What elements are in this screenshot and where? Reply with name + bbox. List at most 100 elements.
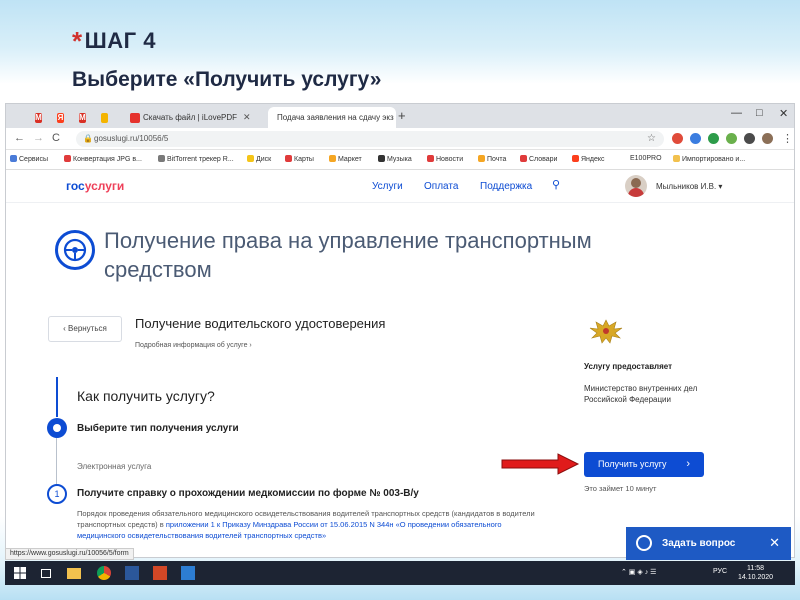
bookmark-item[interactable]: Маркет (329, 155, 362, 163)
provider-label: Услугу предоставляет (584, 362, 673, 371)
asterisk: * (72, 26, 83, 56)
ask-question-widget[interactable]: Задать вопрос ✕ (626, 527, 791, 560)
chart-icon (101, 112, 108, 123)
language-indicator[interactable]: РУС (713, 568, 727, 575)
folder-icon (673, 155, 680, 162)
maximize-button[interactable]: □ (756, 107, 763, 119)
extension-icon[interactable] (726, 133, 737, 144)
bookmark-item[interactable]: Музыка (378, 155, 412, 163)
provider-name: Министерство внутренних дел Российской Ф… (584, 384, 698, 404)
disk-icon (247, 155, 254, 162)
user-name[interactable]: Мыльников И.В. ▾ (656, 182, 722, 191)
tab-bar: M Я M Скачать файл | iLovePDF ✕ Подача з… (6, 104, 794, 128)
slide-step: *ШАГ 4 (72, 26, 156, 57)
duration-note: Это займет 10 минут (584, 484, 657, 493)
tab-gosuslugi[interactable]: Подача заявления на сдачу экз ✕ (268, 107, 396, 128)
bookmark-item[interactable]: BitTorrent трекер R... (158, 155, 234, 163)
get-service-button[interactable]: Получить услугу › (584, 452, 704, 477)
status-bar-url: https://www.gosuslugi.ru/10056/5/form (5, 548, 134, 560)
nav-support[interactable]: Поддержка (480, 181, 532, 192)
tray-icons[interactable]: ⌃ ▣ ◈ ♪ ☰ (621, 568, 656, 576)
clock[interactable]: 11:58 14.10.2020 (738, 564, 773, 582)
menu-icon[interactable]: ⋮ (782, 132, 793, 145)
profile-avatar[interactable] (762, 133, 773, 144)
close-window-button[interactable]: ✕ (779, 107, 788, 120)
search-icon[interactable]: ⚲ (552, 178, 560, 191)
mail-icon (478, 155, 485, 162)
reload-icon[interactable]: C (52, 132, 60, 144)
nav-services[interactable]: Услуги (372, 181, 403, 192)
bookmark-item[interactable]: Импортировано и... (673, 155, 745, 163)
extension-icon[interactable] (690, 133, 701, 144)
tab-mail-1[interactable]: M (30, 107, 50, 128)
url-text: gosuslugi.ru/10056/5 (94, 134, 169, 143)
word-icon[interactable] (125, 566, 139, 580)
ask-question-label: Задать вопрос (662, 538, 736, 549)
bookmark-icon (158, 155, 165, 162)
timeline-line (56, 438, 57, 486)
market-icon (329, 155, 336, 162)
url-input[interactable]: 🔒 gosuslugi.ru/10056/5 ☆ (76, 131, 664, 147)
bookmark-item[interactable]: Карты (285, 155, 314, 163)
tab-ilovepdf[interactable]: Скачать файл | iLovePDF ✕ (124, 107, 264, 128)
bookmark-icon (64, 155, 71, 162)
avatar[interactable] (625, 175, 647, 197)
mail-icon: M (35, 112, 42, 123)
chat-bot-icon (636, 535, 652, 551)
extension-icon[interactable] (744, 133, 755, 144)
bookmark-item[interactable]: Сервисы (10, 155, 48, 163)
windows-taskbar: ⌃ ▣ ◈ ♪ ☰ РУС 11:58 14.10.2020 (5, 561, 795, 585)
chrome-icon[interactable] (97, 566, 111, 580)
tab-label: Скачать файл | iLovePDF (143, 113, 238, 122)
news-icon (427, 155, 434, 162)
bookmark-item[interactable]: Конвертация JPG в... (64, 155, 142, 163)
powerpoint-icon[interactable] (153, 566, 167, 580)
close-icon[interactable]: ✕ (769, 535, 780, 551)
step-label: ШАГ 4 (84, 28, 156, 53)
music-icon (378, 155, 385, 162)
minimize-button[interactable]: — (731, 107, 742, 119)
site-header: госуслуги Услуги Оплата Поддержка ⚲ Мыль… (6, 170, 794, 203)
bookmark-star-icon[interactable]: ☆ (647, 133, 656, 144)
more-info-link[interactable]: Подробная информация об услуге › (135, 342, 252, 349)
yandex-icon (572, 155, 579, 162)
step-active-marker (47, 418, 67, 438)
lock-icon: 🔒 (83, 134, 93, 143)
new-tab-button[interactable]: + (398, 108, 406, 123)
bookmark-item[interactable]: E100PRO (630, 155, 662, 162)
back-arrow-icon[interactable]: ← (14, 132, 25, 144)
mvd-emblem-icon (588, 316, 624, 346)
yandex-icon: Я (57, 112, 64, 123)
how-to-heading: Как получить услугу? (77, 388, 215, 404)
tab-yandex[interactable]: Я (52, 107, 72, 128)
tab-label: Подача заявления на сдачу экз (277, 113, 394, 122)
bookmark-item[interactable]: Словари (520, 155, 557, 163)
step-medical-certificate: Получите справку о прохождении медкомисс… (77, 488, 419, 499)
ilovepdf-icon (130, 112, 140, 123)
tab-chart[interactable] (96, 107, 116, 128)
bookmark-item[interactable]: Яндекс (572, 155, 605, 163)
bookmark-item[interactable]: Новости (427, 155, 463, 163)
tab-mail-2[interactable]: M (74, 107, 94, 128)
bookmark-item[interactable]: Диск (247, 155, 271, 163)
gosuslugi-logo[interactable]: госуслуги (66, 179, 124, 193)
nav-payment[interactable]: Оплата (424, 181, 458, 192)
steering-wheel-icon (55, 230, 95, 270)
file-explorer-icon[interactable] (67, 568, 81, 579)
windows-start-icon[interactable] (13, 566, 27, 580)
extension-icon[interactable] (708, 133, 719, 144)
task-view-icon[interactable] (41, 569, 51, 578)
electronic-service-label: Электронная услуга (77, 462, 152, 471)
back-button[interactable]: ‹ Вернуться (48, 316, 122, 342)
subservice-title: Получение водительского удостоверения (135, 316, 386, 331)
bookmarks-bar: Сервисы Конвертация JPG в... BitTorrent … (6, 150, 794, 170)
timeline-line (56, 377, 58, 417)
forward-arrow-icon[interactable]: → (33, 132, 44, 144)
close-icon[interactable]: ✕ (243, 112, 251, 123)
step-description: Порядок проведения обязательного медицин… (77, 509, 535, 540)
bookmark-item[interactable]: Почта (478, 155, 506, 163)
chevron-down-icon: ▾ (718, 182, 723, 191)
paint-icon[interactable] (181, 566, 195, 580)
extension-icon[interactable] (672, 133, 683, 144)
dictionary-icon (520, 155, 527, 162)
